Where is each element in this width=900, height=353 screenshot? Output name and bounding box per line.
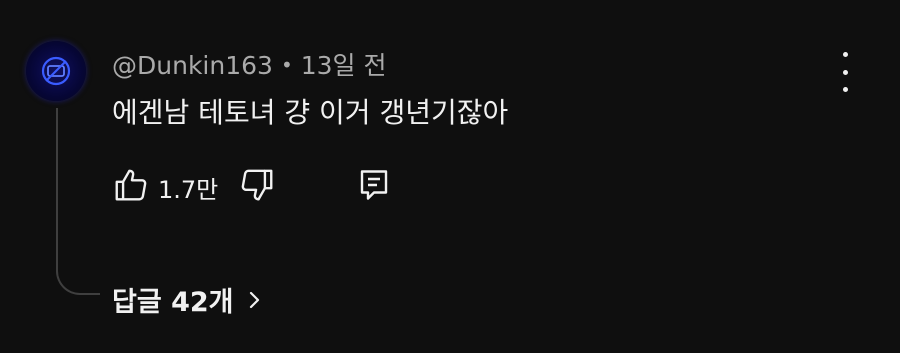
reply-icon[interactable] (356, 166, 392, 204)
thumbs-up-icon[interactable] (112, 166, 150, 204)
comment-meta: @Dunkin163 • 13일 전 (112, 46, 387, 82)
more-options-button[interactable] (830, 52, 860, 92)
separator-dot: • (280, 53, 293, 77)
thumbs-down-icon[interactable] (238, 166, 276, 204)
reply-thread-line (56, 108, 100, 295)
like-count: 1.7만 (158, 176, 219, 204)
avatar[interactable] (26, 41, 86, 101)
chevron-right-icon (249, 291, 259, 308)
view-replies-button[interactable]: 답글 42개 (112, 280, 262, 319)
comment-text: 에겐남 테토녀 걍 이거 갱년기잖아 (112, 96, 509, 129)
more-vert-icon (842, 52, 848, 57)
avatar-logo-icon (41, 56, 71, 86)
replies-count: 답글 42개 (112, 287, 234, 318)
comment-time[interactable]: 13일 전 (301, 51, 387, 80)
author-name[interactable]: @Dunkin163 (112, 51, 273, 80)
